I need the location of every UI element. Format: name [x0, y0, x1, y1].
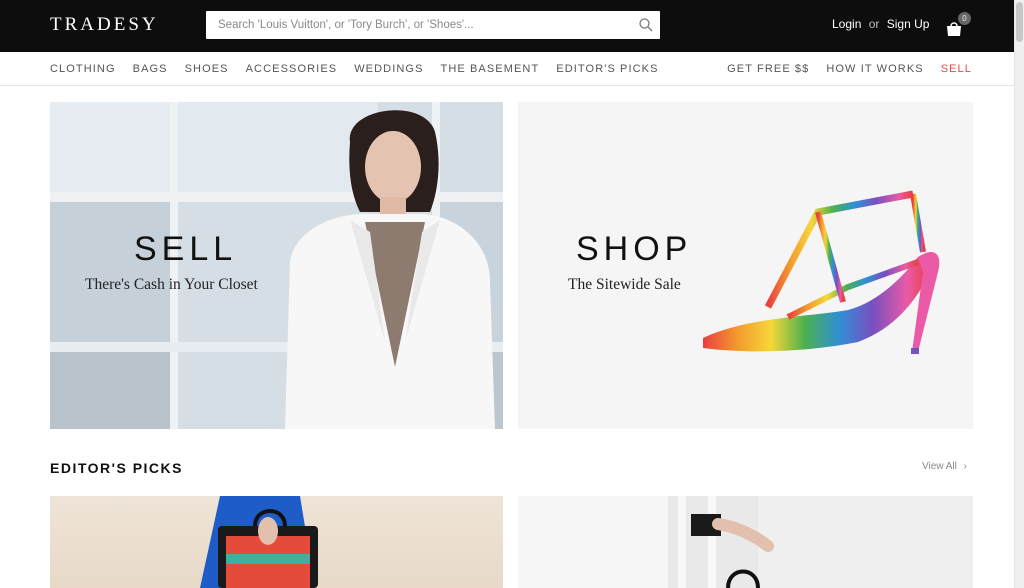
- shop-title: SHOP: [576, 230, 693, 268]
- shop-banner[interactable]: SHOP The Sitewide Sale: [518, 102, 973, 429]
- nav-item-get-free-money[interactable]: GET FREE $$: [727, 63, 809, 75]
- shop-subtitle: The Sitewide Sale: [568, 276, 681, 293]
- pick-image-bag: [200, 496, 318, 588]
- pick-image-handbag: [518, 496, 774, 588]
- signup-link[interactable]: Sign Up: [887, 17, 930, 31]
- top-header: TRADESY Login or Sign Up 0: [0, 0, 1024, 52]
- nav-item-the-basement[interactable]: THE BASEMENT: [441, 63, 540, 75]
- nav-item-how-it-works[interactable]: HOW IT WORKS: [826, 63, 923, 75]
- cart-button[interactable]: 0: [945, 12, 975, 40]
- search-box[interactable]: [206, 11, 660, 39]
- nav-item-shoes[interactable]: SHOES: [185, 63, 229, 75]
- sell-banner-image: [50, 102, 503, 429]
- search-icon[interactable]: [638, 17, 654, 33]
- nav-item-accessories[interactable]: ACCESSORIES: [246, 63, 338, 75]
- scrollbar-thumb[interactable]: [1016, 2, 1023, 42]
- editors-pick-card[interactable]: [50, 496, 503, 588]
- page-scrollbar[interactable]: [1014, 0, 1024, 588]
- cart-count-badge: 0: [958, 12, 971, 25]
- editors-pick-card[interactable]: [518, 496, 973, 588]
- login-link[interactable]: Login: [832, 17, 861, 31]
- nav-item-clothing[interactable]: CLOTHING: [50, 63, 116, 75]
- search-input[interactable]: [206, 11, 626, 39]
- nav-item-bags[interactable]: BAGS: [133, 63, 168, 75]
- logo[interactable]: TRADESY: [50, 14, 159, 36]
- or-text: or: [868, 17, 880, 31]
- auth-links: Login or Sign Up: [832, 17, 929, 31]
- nav-item-weddings[interactable]: WEDDINGS: [354, 63, 423, 75]
- category-nav: CLOTHING BAGS SHOES ACCESSORIES WEDDINGS…: [50, 63, 659, 75]
- nav-item-editors-picks[interactable]: EDITOR'S PICKS: [556, 63, 658, 75]
- sell-banner[interactable]: SELL There's Cash in Your Closet: [50, 102, 503, 429]
- sell-title: SELL: [134, 230, 238, 268]
- view-all-label: View All: [922, 461, 957, 472]
- view-all-link[interactable]: View All ›: [922, 461, 967, 472]
- chevron-right-icon: ›: [963, 461, 967, 472]
- editors-picks-heading: EDITOR'S PICKS: [50, 460, 183, 476]
- sell-subtitle: There's Cash in Your Closet: [85, 276, 258, 293]
- utility-nav: GET FREE $$ HOW IT WORKS SELL: [727, 63, 972, 75]
- nav-item-sell[interactable]: SELL: [941, 63, 972, 75]
- main-nav: CLOTHING BAGS SHOES ACCESSORIES WEDDINGS…: [0, 52, 1024, 86]
